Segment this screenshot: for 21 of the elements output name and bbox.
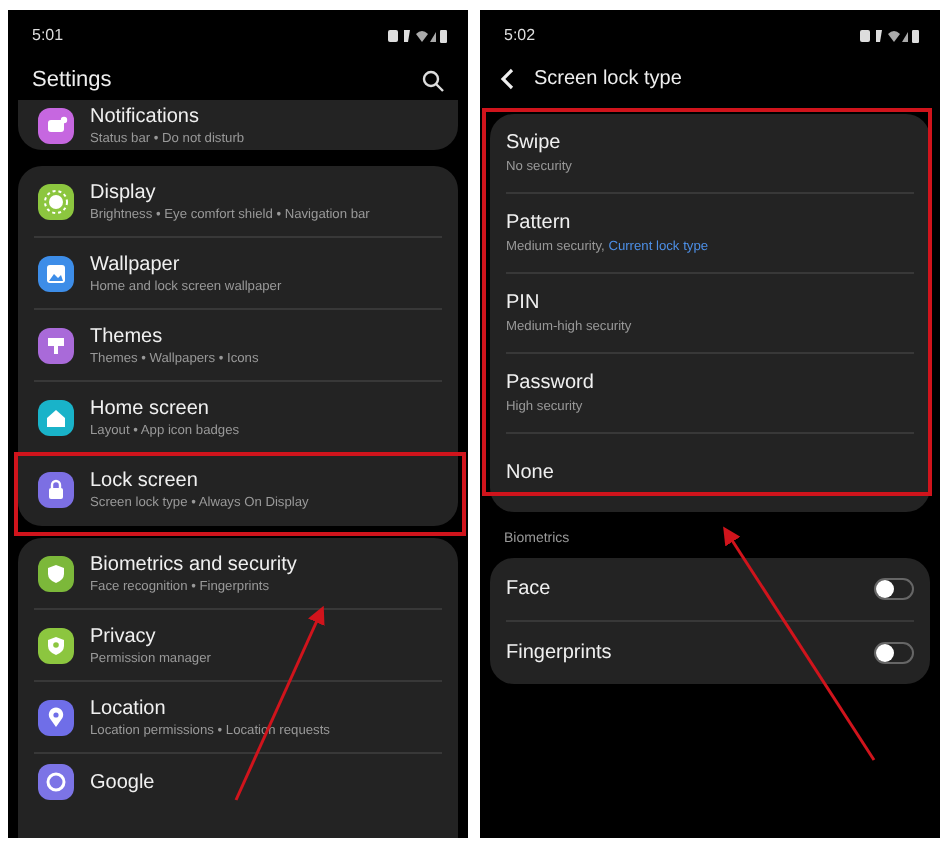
item-title[interactable]: Privacy bbox=[90, 625, 211, 647]
item-title[interactable]: Home screen bbox=[90, 397, 240, 419]
option-title[interactable]: None bbox=[506, 462, 914, 484]
option-title[interactable]: PIN bbox=[506, 292, 914, 314]
toggle-label: Fingerprints bbox=[506, 642, 612, 664]
screen-title: Screen lock type bbox=[534, 68, 682, 90]
status-time: 5:01 bbox=[32, 26, 64, 44]
option-title[interactable]: Swipe bbox=[506, 132, 914, 154]
item-title[interactable]: Display bbox=[90, 181, 370, 203]
item-title[interactable]: Notifications bbox=[90, 105, 245, 127]
item-title[interactable]: Location bbox=[90, 697, 330, 719]
item-title[interactable]: Biometrics and security bbox=[90, 553, 297, 575]
item-title[interactable]: Lock screen bbox=[90, 470, 309, 492]
screen-title: Settings bbox=[32, 68, 112, 92]
item-title[interactable]: Themes bbox=[90, 325, 259, 347]
option-title[interactable]: Pattern bbox=[506, 212, 914, 234]
toggle-label: Face bbox=[506, 578, 551, 600]
status-time: 5:02 bbox=[504, 26, 536, 44]
option-title[interactable]: Password bbox=[506, 372, 914, 394]
item-title[interactable]: Wallpaper bbox=[90, 253, 282, 275]
item-title[interactable]: Google bbox=[90, 771, 155, 793]
